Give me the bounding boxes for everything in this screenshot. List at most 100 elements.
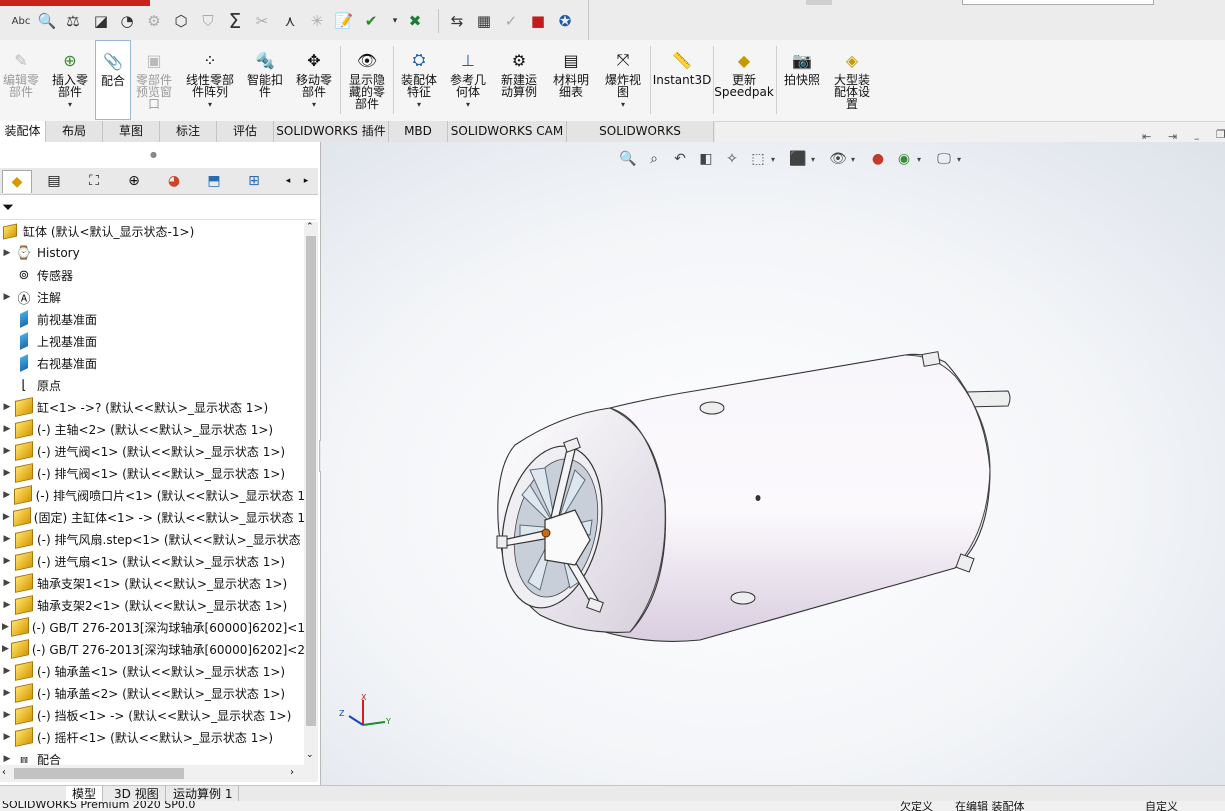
expand-icon[interactable]: ▶ [0, 292, 14, 302]
tree-scroll-thumb[interactable] [306, 236, 316, 726]
cam-operation-icon[interactable]: ⊞ [240, 170, 268, 192]
pattern-icon[interactable]: ▦ [473, 10, 495, 32]
snowflake-icon[interactable]: ✳ [306, 10, 328, 32]
flag-red-icon[interactable]: ■ [527, 10, 549, 32]
compass-icon[interactable]: ⋏ [279, 10, 301, 32]
balance-icon[interactable]: ⚖ [62, 10, 84, 32]
tab-assembly[interactable]: 装配体 [0, 121, 46, 142]
tree-item-part[interactable]: ▶ (-) 轴承盖<2> (默认<<默认>_显示状态 1>) [0, 682, 305, 704]
linear-pattern-button[interactable]: ⁘ 线性零部 件阵列 ▾ [180, 40, 240, 120]
expand-icon[interactable]: ▶ [0, 666, 14, 676]
display-style-icon[interactable]: ⬛ [787, 148, 809, 170]
tree-item-annotations[interactable]: ▶ Ⓐ 注解 [0, 286, 305, 308]
tree-item-origin[interactable]: ⌊ 原点 [0, 374, 305, 396]
gauge-icon[interactable]: ◔ [116, 10, 138, 32]
shield-check-icon[interactable]: ⛉ [197, 10, 219, 32]
tab-layout[interactable]: 布局 [46, 121, 103, 142]
globe-icon[interactable]: ✪ [554, 10, 576, 32]
move-component-button[interactable]: ✥ 移动零 部件 ▾ [291, 40, 337, 120]
tab-3d-view[interactable]: 3D 视图 [108, 786, 166, 802]
tree-item-part[interactable]: ▶ (-) 挡板<1> -> (默认<<默认>_显示状态 1>) [0, 704, 305, 726]
tree-item-part[interactable]: ▶ (-) 进气阀<1> (默认<<默认>_显示状态 1>) [0, 440, 305, 462]
apply-scene-icon[interactable]: ◉ [893, 148, 915, 170]
tree-item-part[interactable]: ▶ 缸<1> ->? (默认<<默认>_显示状态 1>) [0, 396, 305, 418]
assembly-model[interactable] [321, 142, 1225, 785]
assembly-features-button[interactable]: ⛭ 装配体 特征 ▾ [396, 40, 442, 120]
expand-icon[interactable]: ▶ [0, 248, 14, 258]
excel-icon[interactable]: ✖ [404, 10, 426, 32]
tree-item-part[interactable]: ▶ (-) 排气风扇.step<1> (默认<<默认>_显示状态 [0, 528, 305, 550]
expand-icon[interactable]: ▶ [0, 688, 14, 698]
tab-mbd[interactable]: MBD [389, 121, 448, 142]
expand-icon[interactable]: ▶ [0, 732, 14, 742]
display-manager-icon[interactable]: ◕ [160, 170, 188, 192]
tree-item-history[interactable]: ▶ ⌚ History [0, 242, 305, 264]
tree-item-part[interactable]: ▶ (-) GB/T 276-2013[深沟球轴承[60000]6202]<2 [0, 638, 305, 660]
tab-inspection[interactable]: SOLIDWORKS Inspection [567, 121, 714, 159]
smart-fasteners-button[interactable]: 🔩 智能扣 件 [243, 40, 287, 120]
chevron-down-icon[interactable]: ▾ [913, 148, 925, 170]
tree-item-part[interactable]: ▶ (-) GB/T 276-2013[深沟球轴承[60000]6202]<1 [0, 616, 305, 638]
scroll-right-icon[interactable]: ▸ [298, 170, 314, 192]
sketch-icon[interactable]: ◪ [90, 10, 112, 32]
zoom-to-area-icon[interactable]: ⌕ [643, 148, 665, 170]
scroll-left-icon[interactable]: ◂ [280, 170, 296, 192]
chevron-down-icon[interactable]: ▾ [767, 148, 779, 170]
tree-item-part[interactable]: ▶ (-) 轴承盖<1> (默认<<默认>_显示状态 1>) [0, 660, 305, 682]
tree-root[interactable]: 缸体 (默认<默认_显示状态-1>) [0, 220, 305, 242]
minimize-icon[interactable]: – [1194, 132, 1200, 145]
tree-item-sensors[interactable]: ⊚ 传感器 [0, 264, 305, 286]
expand-icon[interactable]: ▶ [0, 754, 14, 764]
tool-icon[interactable]: ✂ [251, 10, 273, 32]
tree-item-part[interactable]: ▶ 轴承支架1<1> (默认<<默认>_显示状态 1>) [0, 572, 305, 594]
viewport-split-icon[interactable]: ⇤ [1142, 130, 1151, 143]
dimxpert-icon[interactable]: ⊕ [120, 170, 148, 192]
bill-of-materials-button[interactable]: ▤ 材料明 细表 [548, 40, 594, 120]
tree-item-part[interactable]: ▶ (-) 主轴<2> (默认<<默认>_显示状态 1>) [0, 418, 305, 440]
tree-item-part[interactable]: ▶ (固定) 主缸体<1> -> (默认<<默认>_显示状态 1 [0, 506, 305, 528]
expand-icon[interactable]: ▶ [0, 710, 14, 720]
mate-button[interactable]: 📎 配合 [95, 40, 131, 120]
tree-item-part[interactable]: ▶ (-) 摇杆<1> (默认<<默认>_显示状态 1>) [0, 726, 305, 748]
spell-check-icon[interactable]: Abc [10, 10, 32, 32]
document-edit-icon[interactable]: 📝 [333, 10, 355, 32]
sigma-icon[interactable]: Σ [224, 9, 246, 33]
mirror-parts-icon[interactable]: ⇆ [446, 10, 468, 32]
feature-manager-icon[interactable]: ◆ [2, 170, 32, 193]
property-manager-icon[interactable]: ▤ [40, 170, 68, 192]
dynamic-annotation-icon[interactable]: ✧ [721, 148, 743, 170]
tree-item-part[interactable]: ▶ (-) 进气扇<1> (默认<<默认>_显示状态 1>) [0, 550, 305, 572]
expand-icon[interactable]: ▶ [0, 534, 14, 544]
scroll-left-icon[interactable]: ‹ [2, 767, 6, 778]
tree-item-part[interactable]: ▶ (-) 排气阀<1> (默认<<默认>_显示状态 1>) [0, 462, 305, 484]
tab-sketch[interactable]: 草图 [103, 121, 160, 142]
section-view-icon[interactable]: ◧ [695, 148, 717, 170]
tree-item-front-plane[interactable]: 前视基准面 [0, 308, 305, 330]
expand-icon[interactable]: ▶ [0, 468, 14, 478]
tree-item-part[interactable]: ▶ (-) 排气阀喷口片<1> (默认<<默认>_显示状态 1 [0, 484, 305, 506]
status-units[interactable]: 自定义 [1145, 801, 1178, 811]
tree-item-part[interactable]: ▶ 轴承支架2<1> (默认<<默认>_显示状态 1>) [0, 594, 305, 616]
view-settings-monitor-icon[interactable]: 🖵 [933, 148, 955, 170]
tree-hscroll-thumb[interactable] [14, 768, 184, 779]
update-speedpak-button[interactable]: ◆ 更新 Speedpak [714, 40, 774, 120]
tab-markup[interactable]: 标注 [160, 121, 217, 142]
check-arrow-icon[interactable]: ✔ [360, 10, 382, 32]
edit-component-button[interactable]: ✎ 编辑零 部件 [0, 40, 42, 120]
chevron-down-icon[interactable]: ▾ [953, 148, 965, 170]
component-preview-button[interactable]: ▣ 零部件 预览窗 口 [133, 40, 175, 120]
snapshot-button[interactable]: 📷 拍快照 [780, 40, 824, 120]
hide-show-items-icon[interactable]: 👁 [827, 148, 849, 170]
scroll-up-icon[interactable]: ⌃ [306, 222, 314, 232]
expand-icon[interactable]: ▶ [0, 424, 14, 434]
view-orientation-icon[interactable]: ⬚ [747, 148, 769, 170]
zoom-to-fit-icon[interactable]: 🔍 [617, 148, 639, 170]
viewport-expand-icon[interactable]: ⇥ [1168, 130, 1177, 143]
cube-outline-icon[interactable]: ⬡ [170, 10, 192, 32]
tab-cam[interactable]: SOLIDWORKS CAM [448, 121, 567, 142]
new-motion-study-button[interactable]: ⚙ 新建运 动算例 [496, 40, 542, 120]
expand-icon[interactable]: ▶ [0, 446, 14, 456]
gear-gray-icon[interactable]: ⚙ [143, 10, 165, 32]
expand-icon[interactable]: ▶ [0, 512, 13, 522]
tab-addins[interactable]: SOLIDWORKS 插件 [274, 121, 389, 142]
